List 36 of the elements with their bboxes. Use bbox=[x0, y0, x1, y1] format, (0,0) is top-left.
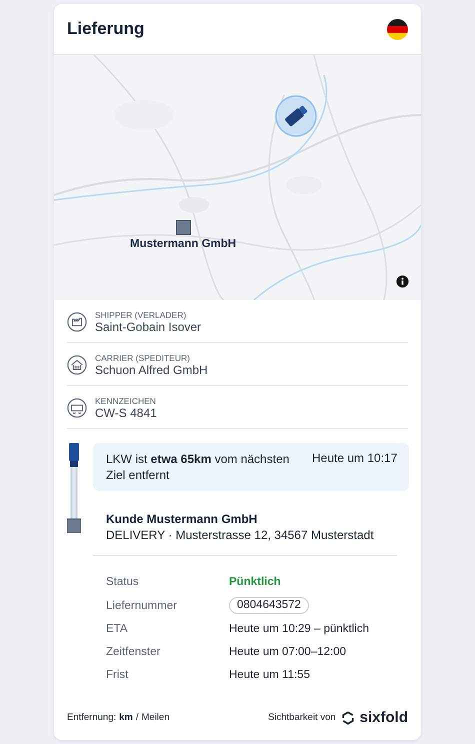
unit-toggle[interactable]: km bbox=[119, 712, 133, 723]
warehouse-icon bbox=[67, 355, 87, 375]
truck-marker-icon[interactable] bbox=[275, 95, 317, 137]
party-label: KENNZEICHEN bbox=[95, 396, 157, 406]
visibility-label: Sichtbarkeit von bbox=[268, 712, 336, 723]
party-label: CARRIER (SPEDITEUR) bbox=[95, 353, 191, 363]
factory-icon bbox=[67, 312, 87, 332]
status-value: Pünktlich bbox=[229, 575, 282, 590]
truck-icon bbox=[67, 398, 87, 418]
detail-value: Heute um 10:29 – pünktlich bbox=[229, 622, 370, 637]
detail-label: Liefernummer bbox=[106, 598, 178, 614]
detail-value: Heute um 11:55 bbox=[229, 668, 311, 683]
hexagon-logo-icon bbox=[340, 710, 355, 724]
flag-icon[interactable] bbox=[387, 18, 408, 40]
destination-label: Mustermann GmbH bbox=[130, 238, 236, 250]
detail-label: Status bbox=[106, 575, 140, 590]
stop-address: DELIVERY · Musterstrasse 12, 34567 Musterstadt bbox=[106, 527, 375, 543]
unit-toggle[interactable]: Meilen bbox=[142, 712, 170, 723]
info-icon[interactable] bbox=[396, 275, 409, 288]
distance-label: Entfernung: bbox=[67, 712, 116, 723]
party-label: SHIPPER (VERLADER) bbox=[95, 310, 188, 320]
destination-marker-icon[interactable] bbox=[176, 220, 191, 235]
detail-label: Frist bbox=[106, 668, 130, 683]
party-value: Saint-Gobain Isover bbox=[95, 320, 202, 334]
detail-value: Heute um 07:00–12:00 bbox=[229, 645, 348, 660]
card-title: Lieferung bbox=[67, 19, 144, 39]
brand-name: sixfold bbox=[360, 709, 408, 726]
party-value: CW-S 4841 bbox=[95, 406, 157, 420]
party-value: Schuon Alfred GmbH bbox=[95, 363, 208, 377]
message-time: Heute um 10:17 bbox=[312, 451, 398, 467]
detail-label: Zeitfenster bbox=[106, 645, 162, 660]
stop-name: Kunde Mustermann GmbH bbox=[106, 511, 258, 527]
unit-separator: / bbox=[136, 712, 138, 723]
detail-label: ETA bbox=[106, 622, 129, 637]
distance-message: LKW ist etwa 65km vom nächsten Ziel entfernt bbox=[106, 451, 290, 483]
delivery-number-badge: 0804643572 bbox=[229, 597, 309, 614]
